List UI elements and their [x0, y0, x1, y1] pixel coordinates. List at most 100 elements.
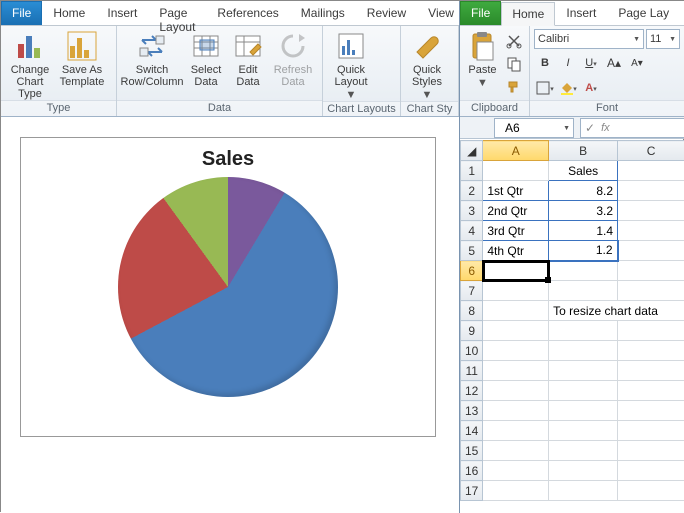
- row-header[interactable]: 10: [461, 341, 483, 361]
- col-header-c[interactable]: C: [618, 141, 684, 161]
- excel-insert-tab[interactable]: Insert: [555, 1, 607, 25]
- row-header[interactable]: 2: [461, 181, 483, 201]
- row-header[interactable]: 1: [461, 161, 483, 181]
- scissors-icon: [506, 33, 522, 49]
- row-header[interactable]: 4: [461, 221, 483, 241]
- border-button[interactable]: ▾: [534, 77, 556, 99]
- group-data-label: Data: [117, 100, 322, 116]
- font-size-combo[interactable]: 11▼: [646, 29, 680, 49]
- chart-title: Sales: [21, 148, 435, 171]
- select-all-corner[interactable]: ◢: [461, 141, 483, 161]
- file-tab[interactable]: File: [1, 1, 42, 25]
- paste-button[interactable]: Paste▼: [464, 29, 501, 89]
- row-header[interactable]: 14: [461, 421, 483, 441]
- decrease-font-button[interactable]: A▾: [626, 52, 648, 74]
- review-tab[interactable]: Review: [356, 1, 417, 25]
- excel-window: File Home Insert Page Lay Paste▼ Clipboa…: [460, 1, 684, 513]
- excel-ribbon: Paste▼ Clipboard Calibri▼ 11▼ B I: [460, 25, 684, 117]
- cell[interactable]: 1.2: [549, 241, 618, 261]
- name-box[interactable]: A6▼: [494, 118, 574, 138]
- active-cell[interactable]: [483, 261, 549, 281]
- cut-button[interactable]: [503, 30, 525, 52]
- fill-color-button[interactable]: ▾: [557, 77, 579, 99]
- chevron-down-icon: ▼: [633, 36, 640, 43]
- row-header[interactable]: 11: [461, 361, 483, 381]
- template-chart-icon: [66, 30, 98, 62]
- cell[interactable]: Sales: [549, 161, 618, 181]
- home-tab[interactable]: Home: [42, 1, 96, 25]
- copy-button[interactable]: [503, 53, 525, 75]
- mailings-tab[interactable]: Mailings: [290, 1, 356, 25]
- row-header[interactable]: 6: [461, 261, 483, 281]
- cell[interactable]: 1.4: [549, 221, 618, 241]
- word-ribbon: Change Chart Type Save As Template Type …: [1, 25, 459, 117]
- chevron-down-icon: ▾: [593, 85, 597, 93]
- quick-layout-button[interactable]: Quick Layout▼: [327, 29, 375, 101]
- italic-button[interactable]: I: [557, 52, 579, 74]
- copy-icon: [506, 56, 522, 72]
- formula-input[interactable]: ✓fx: [580, 118, 684, 138]
- excel-page-layout-tab[interactable]: Page Lay: [607, 1, 680, 25]
- change-chart-type-button[interactable]: Change Chart Type: [5, 29, 55, 100]
- row-header[interactable]: 5: [461, 241, 483, 261]
- group-clipboard-label: Clipboard: [460, 100, 529, 116]
- format-painter-button[interactable]: [503, 76, 525, 98]
- group-font: Calibri▼ 11▼ B I U▾ A▴ A▾ ▾ ▾ A▾ Font: [530, 26, 684, 116]
- group-chart-styles: Quick Styles▼ Chart Sty: [401, 26, 459, 116]
- chart-object[interactable]: Sales: [20, 137, 436, 437]
- cell[interactable]: 8.2: [549, 181, 618, 201]
- border-icon: [536, 81, 550, 95]
- row-header[interactable]: 7: [461, 281, 483, 301]
- quick-styles-button[interactable]: Quick Styles▼: [405, 29, 449, 101]
- view-tab[interactable]: View: [417, 1, 465, 25]
- row-header[interactable]: 8: [461, 301, 483, 321]
- edit-data-icon: [232, 30, 264, 62]
- row-header[interactable]: 9: [461, 321, 483, 341]
- pie-chart: [118, 177, 338, 397]
- chevron-down-icon: ▼: [477, 77, 488, 89]
- chevron-down-icon: ▼: [669, 36, 676, 43]
- edit-data-button[interactable]: Edit Data: [229, 29, 267, 88]
- cell[interactable]: 1st Qtr: [483, 181, 549, 201]
- group-chart-styles-label: Chart Sty: [401, 101, 458, 117]
- chevron-down-icon: ▾: [593, 60, 597, 68]
- group-chart-layouts-label: Chart Layouts: [323, 101, 400, 117]
- col-header-a[interactable]: A: [483, 141, 549, 161]
- row-header[interactable]: 17: [461, 481, 483, 501]
- col-header-b[interactable]: B: [549, 141, 618, 161]
- increase-font-button[interactable]: A▴: [603, 52, 625, 74]
- cell[interactable]: 4th Qtr: [483, 241, 549, 261]
- save-as-template-button[interactable]: Save As Template: [57, 29, 107, 88]
- cell[interactable]: 2nd Qtr: [483, 201, 549, 221]
- refresh-data-button: Refresh Data: [269, 29, 317, 88]
- word-tabbar: File Home Insert Page Layout References …: [1, 1, 459, 25]
- spreadsheet-grid[interactable]: ◢ A B C 1 Sales 21st Qtr8.2 32nd Qtr3.2 4…: [460, 140, 684, 513]
- font-color-button[interactable]: A▾: [580, 77, 602, 99]
- insert-tab[interactable]: Insert: [96, 1, 148, 25]
- select-data-icon: [190, 30, 222, 62]
- select-data-button[interactable]: Select Data: [185, 29, 227, 88]
- page-layout-tab[interactable]: Page Layout: [148, 1, 206, 25]
- refresh-icon: [277, 30, 309, 62]
- brush-icon: [506, 79, 522, 95]
- switch-row-column-button[interactable]: Switch Row/Column: [121, 29, 183, 88]
- underline-button[interactable]: U▾: [580, 52, 602, 74]
- row-header[interactable]: 15: [461, 441, 483, 461]
- row-header[interactable]: 3: [461, 201, 483, 221]
- references-tab[interactable]: References: [206, 1, 289, 25]
- bold-button[interactable]: B: [534, 52, 556, 74]
- excel-home-tab[interactable]: Home: [501, 2, 555, 26]
- row-header[interactable]: 16: [461, 461, 483, 481]
- row-header[interactable]: 12: [461, 381, 483, 401]
- cell[interactable]: 3.2: [549, 201, 618, 221]
- group-chart-layouts: Quick Layout▼ Chart Layouts: [323, 26, 401, 116]
- styles-icon: [411, 30, 443, 62]
- cell[interactable]: To resize chart data: [549, 301, 684, 321]
- word-window: File Home Insert Page Layout References …: [1, 1, 460, 513]
- excel-file-tab[interactable]: File: [460, 1, 501, 25]
- group-type: Change Chart Type Save As Template Type: [1, 26, 117, 116]
- cell[interactable]: 3rd Qtr: [483, 221, 549, 241]
- row-header[interactable]: 13: [461, 401, 483, 421]
- group-clipboard: Paste▼ Clipboard: [460, 26, 530, 116]
- font-name-combo[interactable]: Calibri▼: [534, 29, 644, 49]
